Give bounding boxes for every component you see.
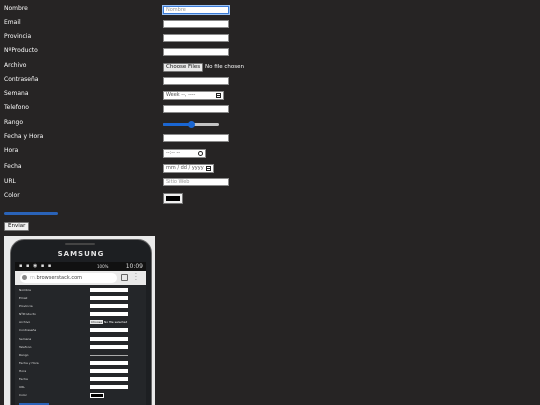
phone-form-input xyxy=(90,337,128,341)
fecha-value: mm / dd / yyyy xyxy=(166,165,204,171)
label-telefono: Telefono xyxy=(4,104,29,111)
progress-bar xyxy=(4,212,58,215)
progress-bar-fill xyxy=(4,212,58,215)
hora-value: --:-- -- xyxy=(166,150,181,156)
phone-brand: SAMSUNG xyxy=(57,250,105,258)
nproducto-input[interactable] xyxy=(163,48,229,56)
phone-color-picker xyxy=(90,393,104,398)
phone-screen: ▪ ▪ ◉ ▪ ▪ 100% 10:09 m.browserstack.com … xyxy=(15,262,146,405)
phone-url-domain: browserstack.com xyxy=(36,275,83,281)
label-nombre: Nombre xyxy=(4,5,28,12)
file-status: No file chosen xyxy=(205,64,244,70)
phone-form-input xyxy=(90,304,128,308)
phone-form-label: NºProducto xyxy=(19,312,36,316)
phone-form-label: Semana xyxy=(19,337,32,341)
phone-form-input xyxy=(90,361,128,365)
phone-form-label: Nombre xyxy=(19,288,31,292)
phone-form-label: Telefono xyxy=(19,345,32,349)
label-nproducto: NºProducto xyxy=(4,47,38,54)
rango-slider-thumb[interactable] xyxy=(188,121,195,128)
battery-level: 100% xyxy=(97,264,109,269)
nombre-input[interactable]: Nombre xyxy=(162,5,230,15)
label-fecha: Fecha xyxy=(4,163,22,170)
semana-value: Week --, ---- xyxy=(166,92,196,98)
phone-clock: 10:09 xyxy=(125,263,143,270)
phone-form-label: Provincia xyxy=(19,304,33,308)
telefono-input[interactable] xyxy=(163,105,229,113)
calendar-icon[interactable] xyxy=(216,93,221,98)
label-contrasena: Contraseña xyxy=(4,76,39,83)
phone-form-label: Rango xyxy=(19,353,29,357)
phone-form-input xyxy=(90,385,128,389)
tabs-icon xyxy=(121,274,128,281)
rango-slider-fill xyxy=(163,123,191,126)
phone-form-label: URL xyxy=(19,385,25,389)
phone-form-label: Email xyxy=(19,296,28,300)
notification-icons: ▪ ▪ ◉ ▪ ▪ xyxy=(19,263,53,269)
phone-url: m.browserstack.com xyxy=(30,273,82,283)
fecha-input[interactable]: mm / dd / yyyy xyxy=(163,164,214,173)
phone-form-input xyxy=(90,296,128,300)
phone-form-input xyxy=(90,377,128,381)
choose-files-button[interactable]: Choose Files xyxy=(163,63,204,72)
phone-form-label: Hora xyxy=(19,369,27,373)
phone-file-button-label: Choose xyxy=(90,320,104,324)
label-color: Color xyxy=(4,192,20,199)
color-picker[interactable] xyxy=(163,193,183,204)
calendar-icon[interactable] xyxy=(206,166,211,171)
label-provincia: Provincia xyxy=(4,33,32,40)
phone-preview-image: SAMSUNG ▪ ▪ ◉ ▪ ▪ 100% 10:09 m.browserst… xyxy=(4,236,155,405)
email-input[interactable] xyxy=(163,20,229,28)
phone-form-label: Fecha xyxy=(19,377,28,381)
phone-form-label: Color xyxy=(19,393,27,397)
more-menu-icon: · · · xyxy=(135,271,137,284)
provincia-input[interactable] xyxy=(163,34,229,42)
phone-form-input xyxy=(90,312,128,316)
phone-device: SAMSUNG ▪ ▪ ◉ ▪ ▪ 100% 10:09 m.browserst… xyxy=(10,239,152,405)
url-placeholder: Sitio Web xyxy=(166,179,190,185)
nombre-placeholder: Nombre xyxy=(166,7,186,13)
phone-page: Nombre Email Provincia NºProducto Archivo Cho… xyxy=(15,285,146,405)
phone-form-input xyxy=(90,369,128,373)
phone-address-bar: m.browserstack.com xyxy=(20,273,117,283)
url-input[interactable]: Sitio Web xyxy=(163,178,229,186)
label-hora: Hora xyxy=(4,147,19,154)
label-rango: Rango xyxy=(4,119,23,126)
color-swatch xyxy=(166,196,180,201)
hora-input[interactable]: --:-- -- xyxy=(163,149,206,158)
label-archivo: Archivo xyxy=(4,62,27,69)
phone-file-button: Choose No file selected xyxy=(90,320,127,324)
fecha-hora-input[interactable] xyxy=(163,134,229,142)
lock-icon xyxy=(22,275,27,280)
phone-form-input xyxy=(90,328,128,332)
semana-input[interactable]: Week --, ---- xyxy=(163,91,224,100)
phone-form-label: Fecha y Hora xyxy=(19,361,39,365)
contrasena-input[interactable] xyxy=(163,77,229,85)
label-url: URL xyxy=(4,178,16,185)
phone-form-input xyxy=(90,288,128,292)
phone-form-input xyxy=(90,345,128,349)
label-email: Email xyxy=(4,19,21,26)
phone-file-status: No file selected xyxy=(103,320,128,324)
enviar-button[interactable]: Enviar xyxy=(4,222,30,231)
clock-icon[interactable] xyxy=(198,151,203,156)
label-semana: Semana xyxy=(4,90,29,97)
phone-range-slider xyxy=(90,355,128,356)
phone-form-label: Contraseña xyxy=(19,328,37,332)
rango-slider[interactable] xyxy=(163,121,219,128)
phone-speaker xyxy=(65,243,95,245)
phone-form-label: Archivo xyxy=(19,320,31,324)
phone-status-bar: ▪ ▪ ◉ ▪ ▪ 100% 10:09 xyxy=(15,262,146,271)
browser-toolbar: m.browserstack.com · · · xyxy=(15,271,146,285)
label-fecha-hora: Fecha y Hora xyxy=(4,133,44,140)
